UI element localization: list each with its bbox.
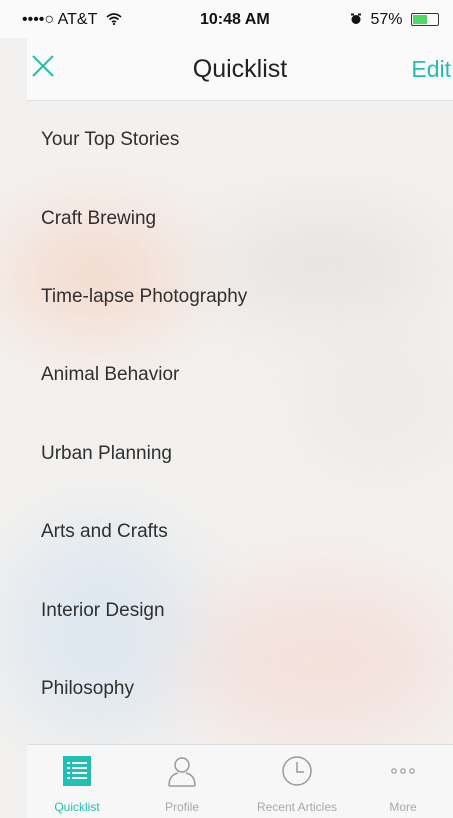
tab-label: More: [389, 800, 417, 814]
edit-button[interactable]: Edit: [411, 56, 451, 83]
list-item[interactable]: Interior Design: [27, 571, 453, 649]
tab-label: Quicklist: [54, 800, 100, 814]
carrier-signal: ••••○ AT&T: [22, 11, 122, 29]
list-item[interactable]: Arts and Crafts: [27, 493, 453, 571]
battery-status: 57%: [350, 11, 439, 29]
alarm-icon: [350, 11, 366, 28]
tab-more[interactable]: More: [353, 745, 453, 818]
wifi-icon: [105, 11, 122, 28]
list-item[interactable]: Animal Behavior: [27, 336, 453, 414]
clock-icon: [282, 756, 312, 786]
page-title: Quicklist: [192, 55, 288, 83]
tab-label: Recent Articles: [256, 800, 338, 814]
list-item[interactable]: Your Top Stories: [27, 101, 453, 179]
status-time: 10:48 AM: [200, 11, 270, 28]
tab-profile[interactable]: Profile: [132, 745, 232, 818]
quicklist-list: Your Top Stories Craft Brewing Time-laps…: [27, 101, 453, 728]
battery-percent: 57%: [370, 11, 403, 28]
battery-icon: [410, 13, 439, 27]
tab-bar: Quicklist Profile Recent Articles More: [27, 744, 453, 818]
list-item[interactable]: Urban Planning: [27, 415, 453, 493]
person-icon: [168, 757, 196, 787]
list-item[interactable]: Philosophy: [27, 650, 453, 728]
tab-label: Profile: [164, 800, 199, 814]
battery-fill: [412, 15, 427, 25]
tab-recent-articles[interactable]: Recent Articles: [247, 745, 347, 818]
list-item[interactable]: Craft Brewing: [27, 179, 453, 257]
carrier-label: ••••○ AT&T: [22, 11, 98, 28]
tab-quicklist[interactable]: Quicklist: [27, 745, 127, 818]
list-item[interactable]: Time-lapse Photography: [27, 258, 453, 336]
status-bar: ••••○ AT&T 10:48 AM 57%: [0, 0, 453, 38]
more-icon: [391, 768, 415, 774]
list-icon: [63, 756, 91, 786]
navigation-bar: Quicklist Edit: [27, 38, 453, 101]
